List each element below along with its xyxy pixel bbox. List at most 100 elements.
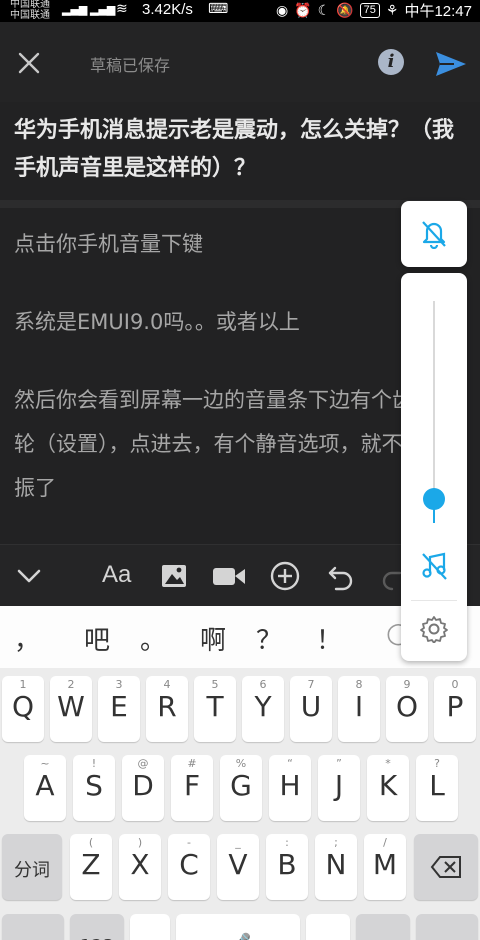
key-letter: N <box>325 848 347 881</box>
gear-icon[interactable] <box>420 615 448 643</box>
period-key[interactable] <box>306 914 350 940</box>
key-w[interactable]: 2W <box>50 676 92 742</box>
key-a[interactable]: ~ A <box>24 755 66 821</box>
key-letter: B <box>277 848 297 881</box>
number-key[interactable]: 123 <box>70 914 124 940</box>
send-icon[interactable] <box>434 50 468 78</box>
key-letter: Z <box>81 848 101 881</box>
signal-icon-1: ▂▄▆ <box>62 3 88 16</box>
volume-slider-knob[interactable] <box>423 488 445 510</box>
ring-mode-panel[interactable] <box>401 201 467 267</box>
key-letter: C <box>179 848 199 881</box>
info-icon[interactable]: i <box>378 49 404 75</box>
language-key[interactable]: 中 <box>356 914 410 940</box>
key-letter: P <box>446 690 464 723</box>
wifi-icon: ≋ <box>116 1 128 17</box>
answer-line-3: 然后你会看到屏幕一边的音量条下边有个齿轮（设置），点进去，有个静音选项，就不振了 <box>14 388 413 500</box>
carrier-names: 中国联通 中国联通 <box>10 0 50 22</box>
comma-key[interactable] <box>130 914 170 940</box>
key-letter: T <box>206 690 224 723</box>
symbol-key[interactable]: 符 <box>2 914 64 940</box>
key-z[interactable]: (Z <box>70 834 112 900</box>
key-n[interactable]: ; N <box>315 834 357 900</box>
redo-icon[interactable] <box>382 559 402 593</box>
key-letter: A <box>35 769 55 802</box>
key-t[interactable]: 5T <box>194 676 236 742</box>
key-d[interactable]: @ D <box>122 755 164 821</box>
draft-status: 草稿已保存 <box>90 56 171 75</box>
video-icon[interactable] <box>212 559 246 593</box>
suggestion-item[interactable]: ！ <box>316 620 342 657</box>
key-letter: S <box>85 769 103 802</box>
keyboard-notification-icon: ⌨ <box>208 1 229 17</box>
key-letter: R <box>157 690 177 723</box>
alarm-icon: ⏰ <box>294 1 312 18</box>
image-icon[interactable] <box>160 559 188 593</box>
key-letter: V <box>228 848 248 881</box>
key-y[interactable]: 6Y <box>242 676 284 742</box>
key-x[interactable]: ) X <box>119 834 161 900</box>
key-letter: Y <box>254 690 272 723</box>
network-speed: 3.42K/s <box>142 1 193 18</box>
clock: 中午12:47 <box>404 2 472 20</box>
answer-line-1: 点击你手机音量下键 <box>14 232 203 256</box>
key-e[interactable]: 3E <box>98 676 140 742</box>
key-j[interactable]: ” J <box>318 755 360 821</box>
suggestion-item[interactable]: 吧 <box>84 620 110 657</box>
backspace-icon <box>430 856 461 878</box>
key-g[interactable]: % G <box>220 755 262 821</box>
status-bar: 中国联通 中国联通 ▂▄▆ ▂▄▆ ≋ 3.42K/s ⌨ ◉ ⏰ ☾ 🔕 75… <box>0 0 480 22</box>
chevron-down-icon[interactable] <box>16 559 42 593</box>
signal-icon-2: ▂▄▆ <box>90 3 116 16</box>
key-l[interactable]: ? L <box>416 755 458 821</box>
add-circle-icon[interactable] <box>269 559 301 593</box>
key-letter: U <box>300 690 322 723</box>
font-format-button[interactable]: Aa <box>102 561 131 595</box>
battery-indicator: 75 <box>359 2 380 18</box>
key-letter: K <box>378 769 398 802</box>
segment-key[interactable]: 分词 <box>2 834 62 900</box>
undo-icon[interactable] <box>326 559 356 593</box>
key-s[interactable]: ! S <box>73 755 115 821</box>
key-i[interactable]: 8I <box>338 676 380 742</box>
volume-separator <box>411 600 457 601</box>
key-v[interactable]: _ V <box>217 834 259 900</box>
backspace-key[interactable] <box>414 834 478 900</box>
key-b[interactable]: :B <box>266 834 308 900</box>
space-key[interactable]: 🎤 <box>176 914 300 940</box>
suggestion-item[interactable]: ， <box>14 620 40 657</box>
key-letter: E <box>110 690 128 723</box>
status-right: ◉ ⏰ ☾ 🔕 75 ⚘ 中午12:47 <box>276 0 472 20</box>
question-title: 华为手机消息提示老是震动，怎么关掉？（我手机声音里是这样的）？ <box>14 118 455 181</box>
key-c[interactable]: -C <box>168 834 210 900</box>
silent-bell-icon: 🔕 <box>336 1 354 18</box>
key-letter: W <box>57 690 85 723</box>
eye-comfort-icon: ◉ <box>275 1 289 18</box>
key-letter: J <box>334 769 344 802</box>
key-letter: F <box>183 769 201 802</box>
moon-icon: ☾ <box>317 1 331 18</box>
key-h[interactable]: “H <box>269 755 311 821</box>
key-letter: O <box>395 690 419 723</box>
microphone-icon: 🎤 <box>231 932 251 940</box>
key-m[interactable]: / M <box>364 834 406 900</box>
key-o[interactable]: 9O <box>386 676 428 742</box>
suggestion-item[interactable]: ？ <box>256 620 282 657</box>
music-off-icon <box>422 552 447 580</box>
carrier-2: 中国联通 <box>10 10 50 21</box>
key-k[interactable]: * K <box>367 755 409 821</box>
key-q[interactable]: 1Q <box>2 676 44 742</box>
key-r[interactable]: 4R <box>146 676 188 742</box>
key-f[interactable]: # F <box>171 755 213 821</box>
suggestion-item[interactable]: 。 <box>140 620 166 657</box>
key-p[interactable]: 0P <box>434 676 476 742</box>
answer-line-2: 系统是EMUI9.0吗。。或者以上 <box>14 310 300 334</box>
suggestion-item[interactable]: 啊 <box>200 620 226 657</box>
key-letter: L <box>429 769 445 802</box>
close-icon[interactable] <box>16 50 42 76</box>
key-u[interactable]: 7U <box>290 676 332 742</box>
bell-off-icon[interactable] <box>420 219 448 249</box>
enter-key[interactable] <box>416 914 478 940</box>
key-letter: G <box>230 769 252 802</box>
leaf-icon: ⚘ <box>385 1 399 18</box>
